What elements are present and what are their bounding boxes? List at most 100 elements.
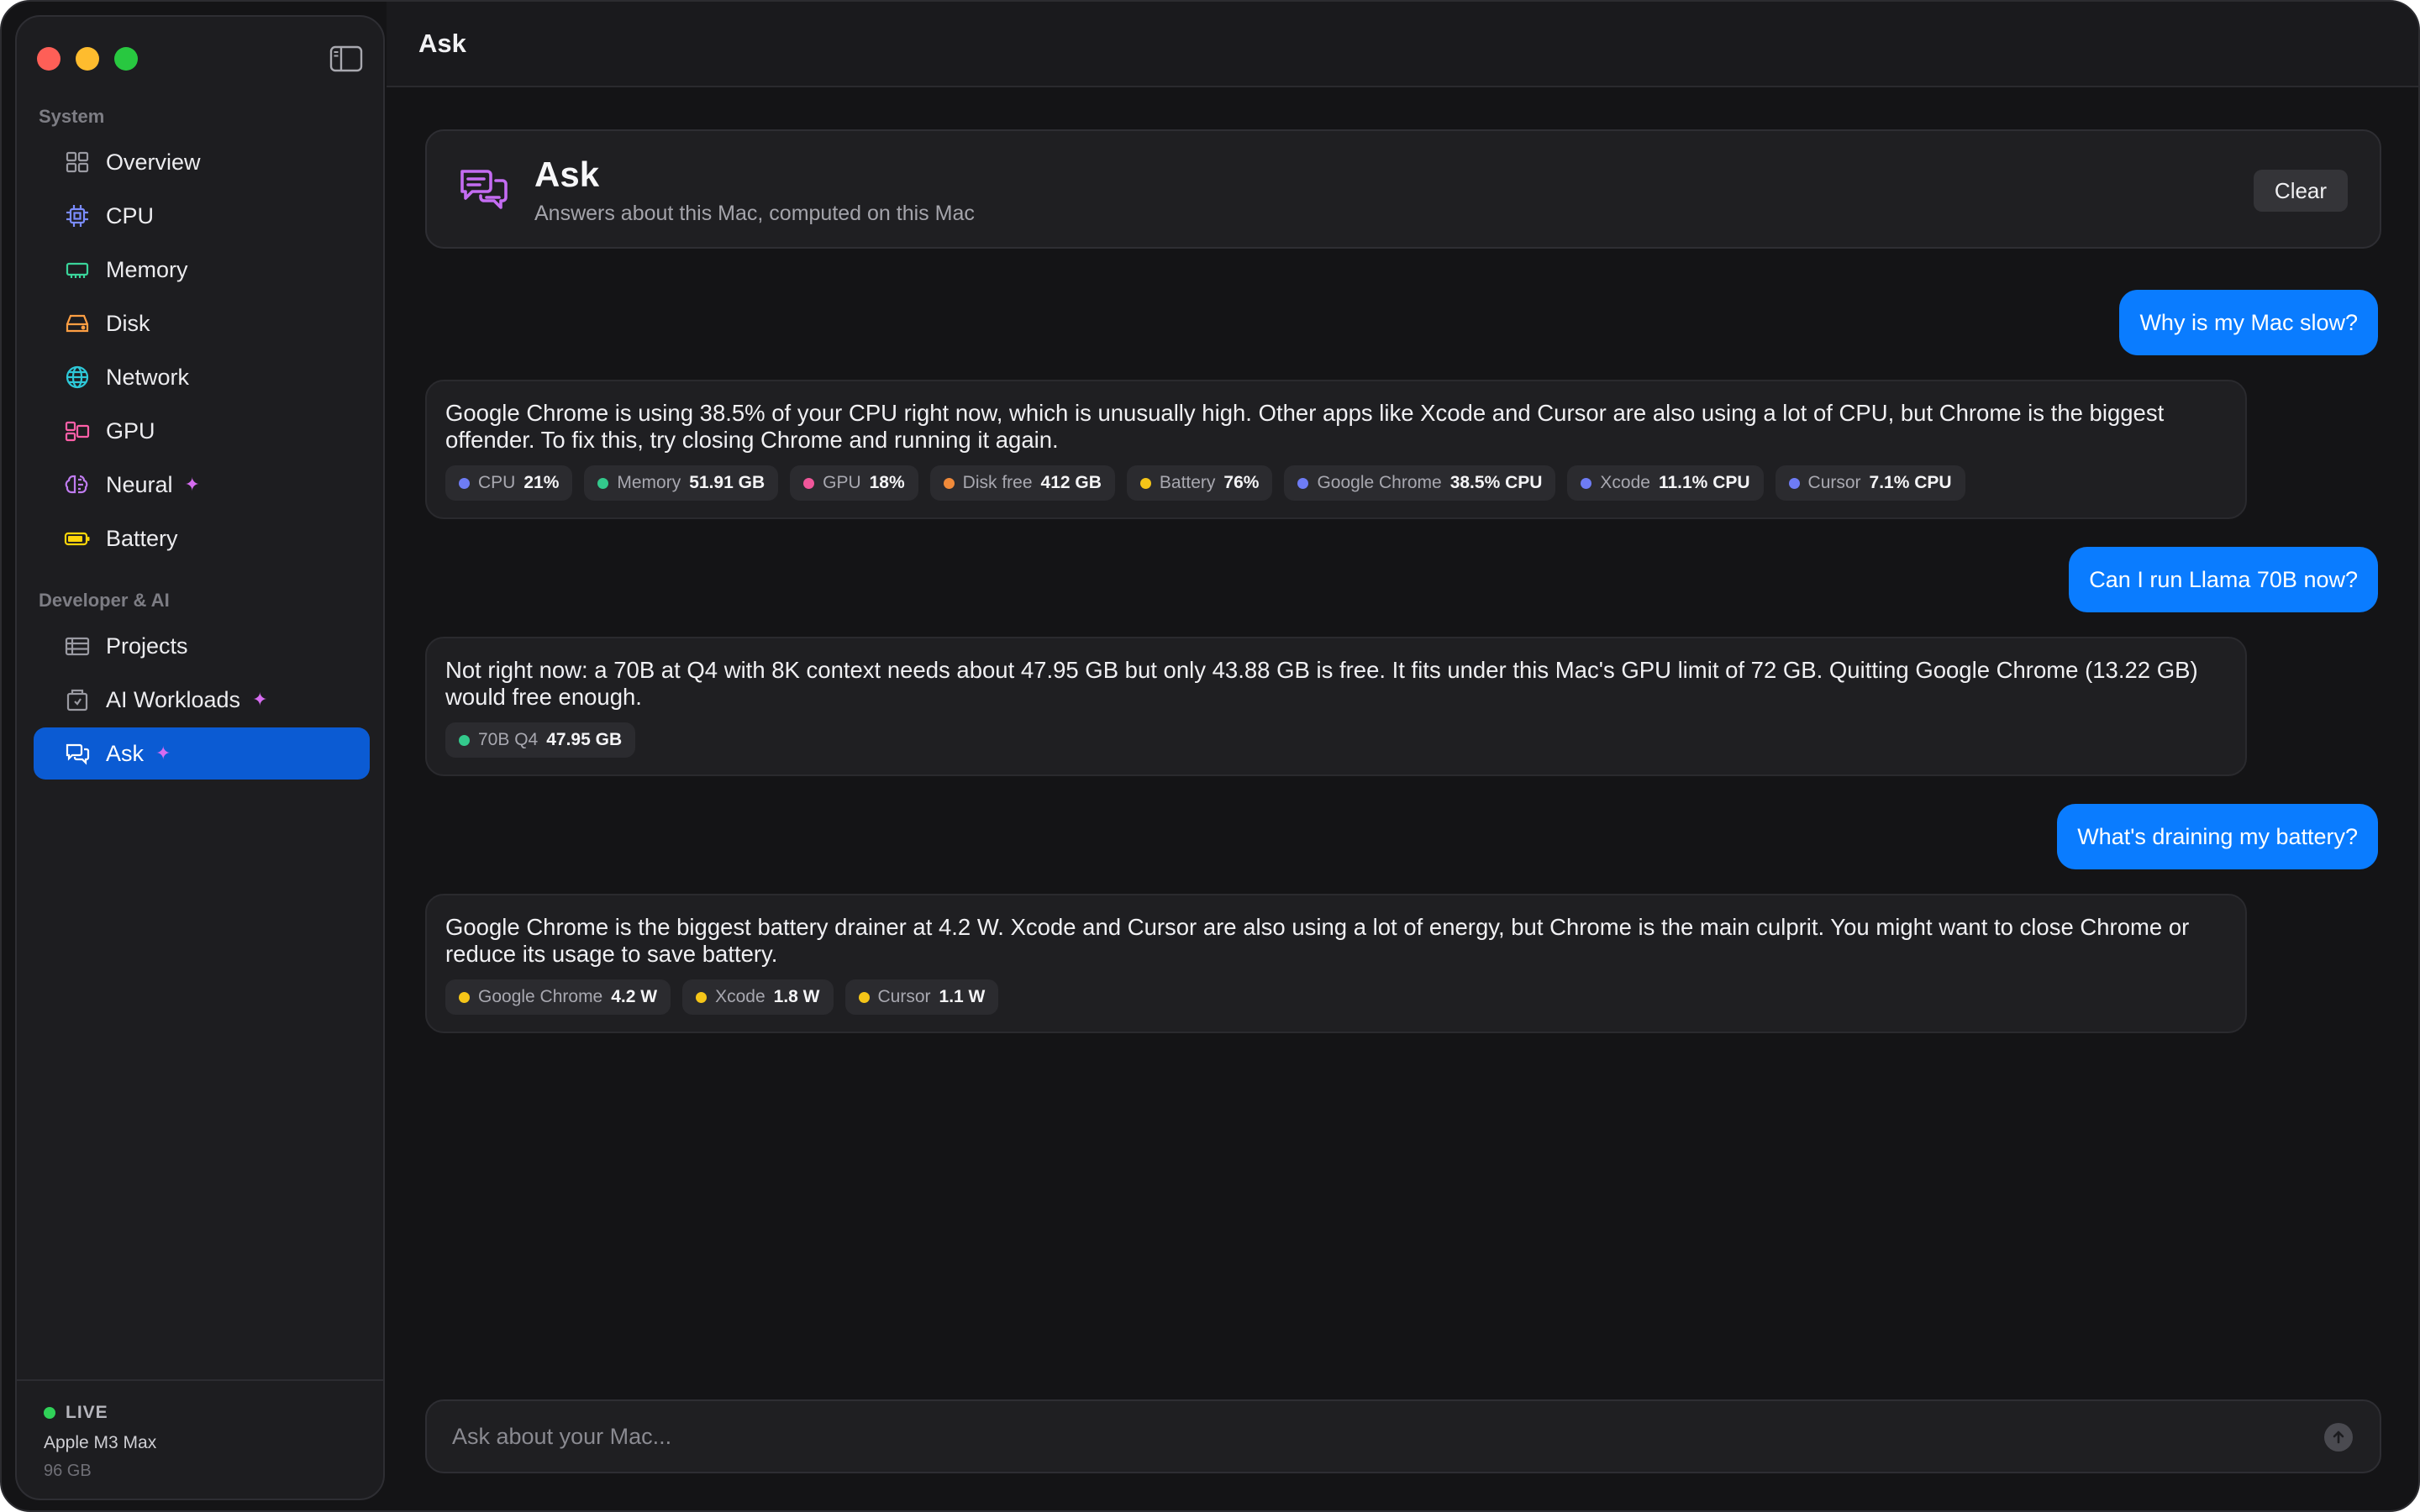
- window-title: Ask: [418, 29, 466, 58]
- sidebar: System Overview CPU Memory Disk Network …: [15, 15, 385, 1500]
- sidebar-item-label: Projects: [106, 633, 188, 659]
- metric-chips: CPU 21% Memory 51.91 GB GPU 18% Disk free 41…: [445, 465, 2227, 501]
- main-content: Ask Ask Answers about this Mac, computed…: [387, 2, 2418, 1510]
- metric-value: 51.91 GB: [689, 473, 765, 492]
- close-button[interactable]: [37, 47, 60, 71]
- sidebar-item-network[interactable]: Network: [34, 351, 370, 403]
- sidebar-item-label: Battery: [106, 525, 178, 551]
- metric-value: 1.1 W: [939, 987, 986, 1006]
- sidebar-item-disk[interactable]: Disk: [34, 297, 370, 349]
- metric-value: 18%: [869, 473, 905, 492]
- metric-chip: 70B Q4 47.95 GB: [445, 722, 636, 758]
- zoom-button[interactable]: [114, 47, 138, 71]
- metric-value: 38.5% CPU: [1449, 473, 1543, 492]
- metric-value: 4.2 W: [611, 987, 658, 1006]
- sidebar-item-ask[interactable]: Ask ✦: [34, 727, 370, 780]
- title-bar: Ask: [387, 2, 2418, 87]
- disk-icon: [64, 310, 91, 337]
- user-message: Why is my Mac slow?: [2119, 290, 2378, 355]
- clear-button[interactable]: Clear: [2254, 170, 2348, 212]
- memory-size: 96 GB: [44, 1462, 92, 1480]
- metric-value: 21%: [523, 473, 560, 492]
- reply-text: Google Chrome is using 38.5% of your CPU…: [445, 400, 2165, 453]
- metric-dot: [1581, 477, 1592, 489]
- sidebar-item-label: CPU: [106, 202, 155, 228]
- metric-dot: [459, 991, 470, 1003]
- assistant-reply: Google Chrome is the biggest battery dra…: [425, 894, 2247, 1033]
- cpu-icon: [64, 202, 91, 229]
- sidebar-item-gpu[interactable]: GPU: [34, 405, 370, 457]
- sidebar-item-label: AI Workloads: [106, 686, 241, 712]
- ask-input[interactable]: [452, 1401, 2284, 1472]
- sidebar-item-battery[interactable]: Battery: [34, 512, 370, 564]
- metric-chip: CPU 21%: [445, 465, 573, 501]
- metric-value: 7.1% CPU: [1869, 473, 1952, 492]
- metric-chip: Xcode 11.1% CPU: [1567, 465, 1764, 501]
- metric-dot: [597, 477, 609, 489]
- sidebar-item-neural[interactable]: Neural ✦: [34, 459, 370, 511]
- metric-dot: [1139, 477, 1151, 489]
- sidebar-item-label: Network: [106, 364, 190, 390]
- projects-icon: [64, 633, 91, 659]
- reply-text: Not right now: a 70B at Q4 with 8K conte…: [445, 657, 2198, 710]
- metric-label: Cursor: [1807, 473, 1861, 492]
- user-message: Can I run Llama 70B now?: [2069, 547, 2378, 612]
- metric-value: 11.1% CPU: [1658, 473, 1750, 492]
- send-button[interactable]: [2324, 1423, 2353, 1452]
- section-label-system: System: [39, 106, 105, 127]
- metric-label: GPU: [823, 473, 861, 492]
- chat-icon: [64, 740, 91, 767]
- metric-dot: [459, 477, 470, 489]
- metric-chip: Memory 51.91 GB: [584, 465, 779, 501]
- metric-value: 47.95 GB: [546, 730, 623, 749]
- metric-chips: 70B Q4 47.95 GB: [445, 722, 2227, 758]
- minimize-button[interactable]: [76, 47, 99, 71]
- sidebar-item-overview[interactable]: Overview: [34, 136, 370, 188]
- metric-label: Battery: [1159, 473, 1216, 492]
- sidebar-toggle-icon[interactable]: [329, 45, 363, 72]
- metric-value: 412 GB: [1040, 473, 1102, 492]
- sidebar-item-memory[interactable]: Memory: [34, 244, 370, 296]
- ask-header-card: Ask Answers about this Mac, computed on …: [425, 129, 2381, 249]
- sidebar-item-label: Neural: [106, 471, 173, 497]
- section-label-developer: Developer & AI: [39, 590, 170, 611]
- memory-icon: [64, 256, 91, 283]
- sidebar-item-label: GPU: [106, 417, 155, 444]
- metric-chip: Google Chrome 38.5% CPU: [1284, 465, 1556, 501]
- metric-label: Google Chrome: [1317, 473, 1442, 492]
- metric-chip: Battery 76%: [1126, 465, 1273, 501]
- metric-label: Disk free: [962, 473, 1033, 492]
- battery-icon: [64, 525, 91, 552]
- composer: [425, 1399, 2381, 1473]
- metric-dot: [943, 477, 955, 489]
- metric-chip: Cursor 7.1% CPU: [1775, 465, 1965, 501]
- sidebar-item-projects[interactable]: Projects: [34, 620, 370, 672]
- sidebar-item-label: Disk: [106, 310, 150, 336]
- sidebar-item-ai-workloads[interactable]: AI Workloads ✦: [34, 674, 370, 726]
- gpu-icon: [64, 417, 91, 444]
- user-message: What's draining my battery?: [2057, 804, 2378, 869]
- metric-chip: Disk free 412 GB: [929, 465, 1115, 501]
- metric-dot: [459, 734, 470, 746]
- sidebar-item-label: Ask: [106, 740, 145, 766]
- live-indicator: LIVE: [44, 1403, 108, 1423]
- assistant-reply: Google Chrome is using 38.5% of your CPU…: [425, 380, 2247, 519]
- sparkle-icon: ✦: [155, 743, 171, 764]
- arrow-up-icon: [2333, 1431, 2344, 1444]
- metric-dot: [1297, 477, 1309, 489]
- metric-chip: Xcode 1.8 W: [682, 979, 834, 1015]
- sidebar-item-cpu[interactable]: CPU: [34, 190, 370, 242]
- window-controls: [37, 47, 138, 71]
- workloads-icon: [64, 686, 91, 713]
- metric-chip: GPU 18%: [790, 465, 918, 501]
- metric-value: 1.8 W: [773, 987, 820, 1006]
- metric-label: Xcode: [1600, 473, 1650, 492]
- metric-label: Google Chrome: [478, 987, 603, 1006]
- metric-chip: Cursor 1.1 W: [844, 979, 999, 1015]
- metric-label: Memory: [617, 473, 681, 492]
- system-status: LIVE Apple M3 Max 96 GB: [17, 1379, 383, 1499]
- metric-dot: [696, 991, 708, 1003]
- chip-name: Apple M3 Max: [44, 1433, 157, 1452]
- page-title: Ask: [534, 155, 600, 194]
- metric-chips: Google Chrome 4.2 W Xcode 1.8 W Cursor 1.1 …: [445, 979, 2227, 1015]
